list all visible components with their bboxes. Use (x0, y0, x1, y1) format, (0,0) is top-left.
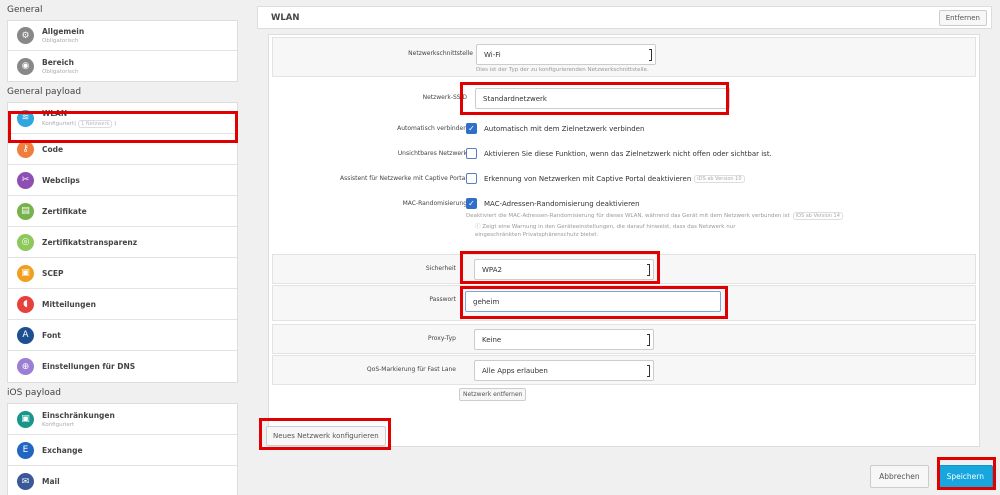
captive-portal-checkbox[interactable]: Erkennung von Netzwerken mit Captive Por… (466, 173, 745, 184)
highlight-new-network (259, 418, 391, 450)
captive-portal-label: Assistent für Netzwerke mit Captive Port… (339, 175, 467, 182)
gear-icon: ⚙ (17, 27, 34, 44)
chevron-down-icon (647, 365, 650, 377)
password-label: Passwort (429, 296, 456, 303)
version-badge: iOS ab Version 10 (694, 174, 745, 183)
sidebar-item-sub: Konfiguriert (42, 421, 75, 428)
sidebar-item-label: Einstellungen für DNS (42, 362, 136, 371)
section-title-general: General (7, 5, 43, 15)
sidebar-item-label: Exchange (42, 445, 83, 455)
ios-list: ▣ Einschränkungen Konfiguriert E Exchange… (7, 403, 238, 495)
mac-hint-warning: ⓘ Zeigt eine Warnung in den Geräteeinste… (475, 224, 736, 230)
highlight-wlan (8, 111, 238, 143)
mail-icon: ✉ (17, 473, 34, 490)
interface-panel: Netzwerkschnittstelle Wi-Fi Dies ist der… (272, 37, 976, 77)
restriction-lock-icon: ▣ (17, 410, 34, 428)
mac-randomization-checkbox[interactable]: ✓ MAC-Adressen-Randomisierung deaktiviere… (466, 198, 640, 209)
sidebar-item-sub: Obligatorisch (42, 68, 79, 75)
sidebar-item-font[interactable]: A Font (8, 320, 237, 351)
font-icon: A (17, 326, 34, 344)
sidebar-item-label: SCEP (42, 268, 64, 278)
section-title-general-payload: General payload (7, 87, 82, 97)
sidebar-item-allgemein[interactable]: ⚙ Allgemein Obligatorisch (8, 21, 237, 51)
proxy-select[interactable]: Keine (474, 329, 654, 350)
sidebar-item-label: Mitteilungen (42, 299, 96, 309)
chevron-down-icon (647, 334, 650, 346)
checkbox-empty-icon (466, 173, 477, 184)
sidebar-item-webclips[interactable]: ✂ Webclips (8, 165, 237, 196)
exchange-icon: E (17, 441, 34, 459)
page-title: WLAN (271, 12, 300, 23)
sidebar-item-zertifikate[interactable]: ▤ Zertifikate (8, 196, 237, 227)
interface-label: Netzwerkschnittstelle (408, 50, 473, 57)
interface-hint: Dies ist der Typ der zu konfigurierenden… (476, 67, 649, 73)
sidebar-item-mitteilungen[interactable]: ◖ Mitteilungen (8, 289, 237, 320)
checkmark-icon: ✓ (466, 198, 477, 209)
sidebar-item-label: Webclips (42, 175, 80, 185)
auto-join-label: Automatisch verbinden (397, 125, 467, 132)
sidebar-item-label: Allgemein (42, 27, 85, 36)
remove-network-button[interactable]: Netzwerk entfernen (459, 388, 527, 401)
sidebar-item-sub: Obligatorisch (42, 38, 79, 44)
qos-panel: QoS-Markierung für Fast Lane Alle Apps e… (272, 355, 976, 385)
sidebar-item-label: Mail (42, 477, 60, 486)
sidebar-item-scep[interactable]: ▣ SCEP (8, 258, 237, 289)
notification-icon: ◖ (17, 295, 34, 313)
webclip-icon: ✂ (17, 171, 34, 189)
mac-randomization-label: MAC-Randomisierung (402, 200, 467, 207)
sidebar-item-label: Bereich (42, 57, 74, 67)
sidebar-item-bereich[interactable]: ◉ Bereich Obligatorisch (8, 51, 237, 81)
globe-icon: ⊕ (17, 358, 34, 375)
sidebar-item-label: Code (42, 144, 64, 154)
proxy-panel: Proxy-Typ Keine (272, 324, 976, 354)
key-icon: ⚷ (17, 140, 34, 158)
highlight-save (937, 457, 996, 490)
sidebar-item-einschraenkungen[interactable]: ▣ Einschränkungen Konfiguriert (8, 404, 237, 435)
main-panel: WLAN Entfernen Netzwerkschnittstelle Wi-… (249, 0, 1000, 495)
scope-icon: ◉ (17, 57, 34, 75)
checkmark-icon: ✓ (466, 123, 477, 134)
hidden-network-label: Unsichtbares Netzwerk (397, 150, 467, 157)
remove-payload-button[interactable]: Entfernen (938, 9, 987, 26)
sidebar-item-mail[interactable]: ✉ Mail (8, 466, 237, 495)
checkbox-empty-icon (466, 148, 477, 159)
sidebar-item-exchange[interactable]: E Exchange (8, 435, 237, 466)
chevron-down-icon (649, 49, 652, 61)
security-label: Sicherheit (425, 265, 456, 272)
mac-hint-warning-cont: eingeschränkten Privatsphärenschutz biet… (475, 232, 599, 238)
cancel-button[interactable]: Abbrechen (870, 465, 929, 488)
section-title-ios-payload: iOS payload (7, 388, 61, 398)
sidebar-item-zertifikatstransparenz[interactable]: ◎ Zertifikatstransparenz (8, 227, 237, 258)
qos-label: QoS-Markierung für Fast Lane (366, 366, 456, 373)
certificate-transparency-icon: ◎ (17, 233, 34, 251)
sidebar-item-dns[interactable]: ⊕ Einstellungen für DNS (8, 351, 237, 382)
auto-join-checkbox[interactable]: ✓ Automatisch mit dem Zielnetzwerk verbin… (466, 123, 644, 134)
certificate-icon: ▤ (17, 202, 34, 220)
sidebar-item-label: Zertifikate (42, 206, 87, 216)
hidden-network-checkbox[interactable]: Aktivieren Sie diese Funktion, wenn das … (466, 148, 772, 159)
qos-select[interactable]: Alle Apps erlauben (474, 360, 654, 381)
sidebar-item-label: Einschränkungen (42, 410, 115, 420)
payload-list: ≋ WLAN Konfiguriert( 1 Netzwerk ) ⚷ Code … (7, 102, 238, 383)
sidebar-item-label: Zertifikatstransparenz (42, 237, 138, 247)
version-badge: iOS ab Version 14 (792, 212, 843, 220)
highlight-ssid (460, 82, 729, 115)
mac-hint: Deaktiviert die MAC-Adressen-Randomisier… (466, 212, 843, 220)
sidebar: General ⚙ Allgemein Obligatorisch ◉ Berei… (0, 0, 241, 495)
sidebar-item-label: Font (42, 330, 61, 340)
payload-header: WLAN Entfernen (257, 6, 992, 29)
highlight-password (460, 286, 728, 319)
interface-select[interactable]: Wi-Fi (476, 44, 656, 65)
general-list: ⚙ Allgemein Obligatorisch ◉ Bereich Obliga… (7, 20, 238, 82)
highlight-security (460, 251, 660, 284)
proxy-label: Proxy-Typ (427, 335, 456, 342)
lock-icon: ▣ (17, 264, 34, 282)
